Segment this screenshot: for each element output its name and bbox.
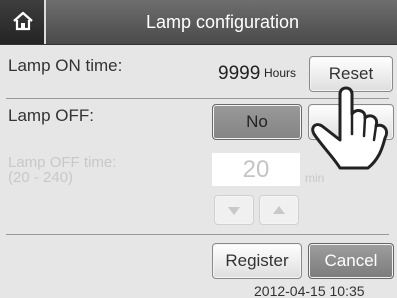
lamp-off-label: Lamp OFF: <box>8 106 94 125</box>
lamp-off-time-unit: min <box>305 171 325 185</box>
title-bar: Lamp configuration <box>0 0 397 45</box>
decrease-button[interactable] <box>214 195 254 225</box>
pointing-hand-icon <box>311 86 389 170</box>
lamp-on-time-label: Lamp ON time: <box>8 56 123 75</box>
page-title: Lamp configuration <box>145 12 300 32</box>
up-triangle-icon <box>273 206 285 214</box>
lamp-configuration-screen: Lamp configuration Lamp ON time: 9999 Ho… <box>0 0 397 298</box>
home-button[interactable] <box>0 0 46 44</box>
lamp-hours-value: 9999 <box>218 63 261 84</box>
down-triangle-icon <box>228 207 240 215</box>
increase-button[interactable] <box>259 195 299 225</box>
lamp-off-time-value: 20 <box>212 153 300 186</box>
lamp-off-time-range: (20 - 240) <box>8 169 74 186</box>
cancel-button[interactable]: Cancel <box>308 243 394 279</box>
status-datetime: 2012-04-15 10:35 <box>254 283 365 298</box>
register-button[interactable]: Register <box>212 243 302 279</box>
divider <box>6 234 389 235</box>
lamp-hours-unit: Hours <box>264 66 297 80</box>
lamp-off-no-button[interactable]: No <box>212 104 302 140</box>
home-icon <box>13 11 33 31</box>
